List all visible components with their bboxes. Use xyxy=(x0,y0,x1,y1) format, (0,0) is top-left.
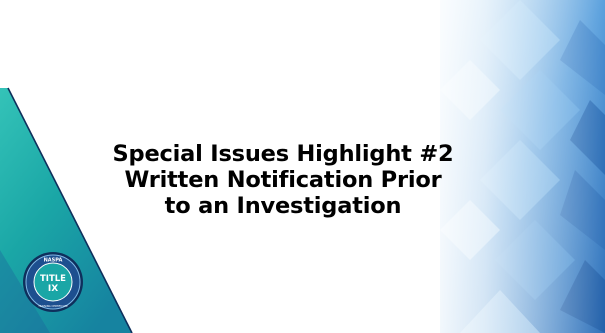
badge-logo-icon: NASPA TITLE IX TRAINING CERTIFICATE xyxy=(23,252,83,312)
badge-text-main-1: TITLE xyxy=(40,274,66,284)
title-line-2: Written Notification Prior xyxy=(124,167,442,193)
slide-title: Special Issues Highlight #2 Written Noti… xyxy=(70,141,496,219)
naspa-title-ix-badge: NASPA TITLE IX TRAINING CERTIFICATE xyxy=(22,251,84,313)
title-line-1: Special Issues Highlight #2 xyxy=(112,141,454,167)
badge-text-top: NASPA xyxy=(44,258,63,264)
badge-text-main-2: IX xyxy=(48,284,58,294)
badge-text-bottom: TRAINING CERTIFICATE xyxy=(38,304,68,308)
title-line-3: to an Investigation xyxy=(164,193,402,219)
slide: Special Issues Highlight #2 Written Noti… xyxy=(0,0,605,333)
